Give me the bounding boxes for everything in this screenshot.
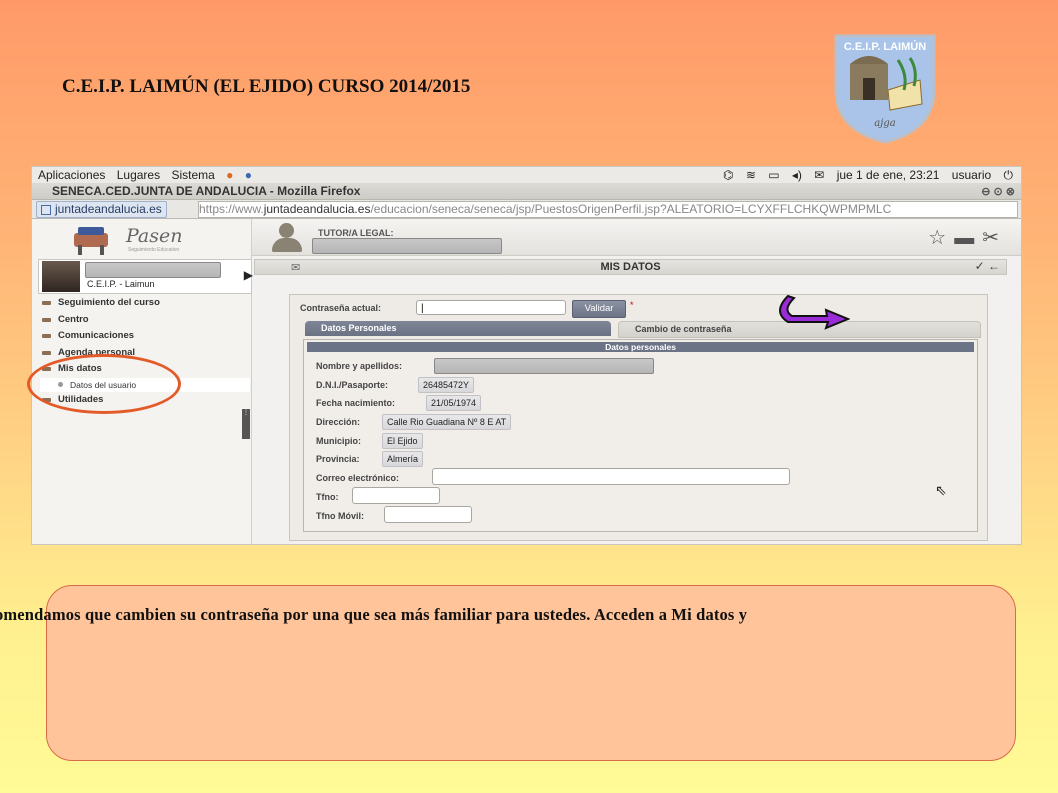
phone-input[interactable] — [352, 487, 440, 504]
desktop-top-panel: Aplicaciones Lugares Sistema ● ● ⌬ ≋ ▭ ◂… — [32, 167, 1021, 184]
sidebar-collapse-handle[interactable]: ⋮ — [242, 409, 250, 439]
sidebar-item-centro[interactable]: Centro — [40, 312, 250, 329]
name-value-redacted — [434, 358, 654, 374]
favorite-star-icon[interactable]: ☆ — [928, 227, 954, 249]
province-label: Provincia: — [316, 454, 360, 464]
phone-label: Tfno: — [316, 492, 339, 502]
site-identity-button[interactable]: juntadeandalucia.es — [36, 201, 167, 218]
user-name-redacted — [85, 262, 221, 278]
url-path: /educacion/seneca/seneca/jsp/PuestosOrig… — [370, 202, 892, 216]
back-arrow-icon[interactable]: ← — [988, 259, 1000, 273]
window-titlebar: SENECA.CED.JUNTA DE ANDALUCIA - Mozilla … — [32, 183, 1021, 200]
city-value: El Ejido — [382, 433, 423, 449]
birth-label: Fecha nacimiento: — [316, 398, 396, 408]
tools-icon[interactable]: ✂ — [982, 227, 1007, 249]
site-icon — [41, 205, 51, 215]
help-icon[interactable]: ● — [245, 168, 252, 182]
menu-aplicaciones[interactable]: Aplicaciones — [38, 168, 105, 182]
address-value: Calle Rio Guadiana Nº 8 E AT — [382, 414, 512, 430]
tutor-label: TUTOR/A LEGAL: — [318, 228, 394, 238]
city-label: Municipio: — [316, 436, 361, 446]
window-title: SENECA.CED.JUNTA DE ANDALUCIA - Mozilla … — [52, 184, 361, 198]
battery-icon[interactable]: ▭ — [768, 168, 779, 182]
svg-text:ajga: ajga — [874, 118, 895, 129]
firefox-icon[interactable]: ● — [226, 168, 233, 182]
sidebar-item-comunicaciones[interactable]: Comunicaciones — [40, 328, 250, 345]
pasen-wordmark: Pasen — [126, 225, 183, 247]
pasen-chair-icon — [74, 227, 108, 255]
email-label: Correo electrónico: — [316, 473, 400, 483]
url-field[interactable]: https://www.juntadeandalucia.es/educacio… — [198, 201, 1018, 218]
mobile-label: Tfno Móvil: — [316, 511, 364, 521]
tab-datos-personales[interactable]: Datos Personales — [305, 321, 611, 336]
province-value: Almería — [382, 451, 424, 467]
datos-personales-panel: Datos personales Nombre y apellidos: D.N… — [303, 339, 978, 532]
page-title-bar: ✉ MIS DATOS ✓ ← — [254, 259, 1007, 275]
user-school: C.E.I.P. - Laimun — [87, 279, 155, 289]
validar-button[interactable]: Validar — [572, 300, 626, 318]
current-password-input[interactable]: | — [416, 300, 566, 315]
wifi-icon[interactable]: ≋ — [746, 168, 756, 182]
dni-label: D.N.I./Pasaporte: — [316, 380, 389, 390]
required-mark: * — [630, 300, 634, 310]
slide-title: C.E.I.P. LAIMÚN (EL EJIDO) CURSO 2014/20… — [62, 76, 471, 97]
pasen-subtitle: Seguimiento Educativo — [128, 247, 180, 253]
address-bar-row: juntadeandalucia.es https://www.juntadea… — [32, 200, 1021, 219]
window-controls[interactable]: ⊖ ⊙ ⊗ — [981, 184, 1015, 200]
pasen-logo: Pasen Seguimiento Educativo — [68, 223, 218, 257]
url-prefix: https://www. — [199, 202, 264, 216]
site-identity-label: juntadeandalucia.es — [55, 202, 162, 216]
mobile-input[interactable] — [384, 506, 472, 523]
email-input[interactable] — [432, 468, 790, 485]
tutor-header: TUTOR/A LEGAL: ☆▬✂ — [252, 219, 1021, 256]
mis-datos-form: Contraseña actual: | Validar * Datos Per… — [289, 294, 988, 541]
current-password-label: Contraseña actual: — [300, 303, 382, 313]
address-label: Dirección: — [316, 417, 361, 427]
user-menu[interactable]: usuario — [952, 168, 991, 182]
annotation-circle — [27, 354, 181, 414]
browser-screenshot: Aplicaciones Lugares Sistema ● ● ⌬ ≋ ▭ ◂… — [31, 166, 1022, 545]
logo-text: C.E.I.P. LAIMÚN — [844, 40, 926, 53]
tutor-name-redacted — [312, 238, 502, 254]
name-label: Nombre y apellidos: — [316, 361, 403, 371]
expand-arrow-icon[interactable]: ▶ — [244, 268, 253, 282]
annotation-arrow-icon — [779, 294, 850, 330]
school-logo: C.E.I.P. LAIMÚN ajga — [834, 34, 936, 144]
network-icon[interactable]: ⌬ — [723, 168, 733, 182]
user-box: C.E.I.P. - Laimun ▶ — [38, 259, 253, 294]
check-icon[interactable]: ✓ — [975, 259, 985, 273]
user-photo — [42, 261, 80, 292]
header-icons: ☆▬✂ — [928, 225, 1007, 250]
mail-panel-icon[interactable]: ✉ — [814, 168, 824, 182]
birth-value: 21/05/1974 — [426, 395, 482, 411]
title-bar-icons: ✓ ← — [975, 259, 1000, 273]
url-host: juntadeandalucia.es — [263, 202, 371, 216]
dni-value: 26485472Y — [418, 377, 475, 393]
menu-lugares[interactable]: Lugares — [117, 168, 160, 182]
page-title: MIS DATOS — [600, 261, 661, 273]
section-title: Datos personales — [307, 342, 974, 352]
tutor-avatar-icon — [268, 223, 304, 253]
sidebar-item-seguimiento[interactable]: Seguimiento del curso — [40, 295, 250, 312]
volume-icon[interactable]: ◂) — [792, 168, 802, 182]
folder-icon[interactable]: ▬ — [954, 227, 982, 249]
power-icon[interactable]: ⏻ — [1004, 168, 1014, 182]
clock[interactable]: jue 1 de ene, 23:21 — [837, 168, 940, 182]
note-text: omendamos que cambien su contraseña por … — [0, 605, 748, 624]
mouse-pointer-icon: ⇖ — [935, 482, 947, 498]
menu-sistema[interactable]: Sistema — [171, 168, 214, 182]
